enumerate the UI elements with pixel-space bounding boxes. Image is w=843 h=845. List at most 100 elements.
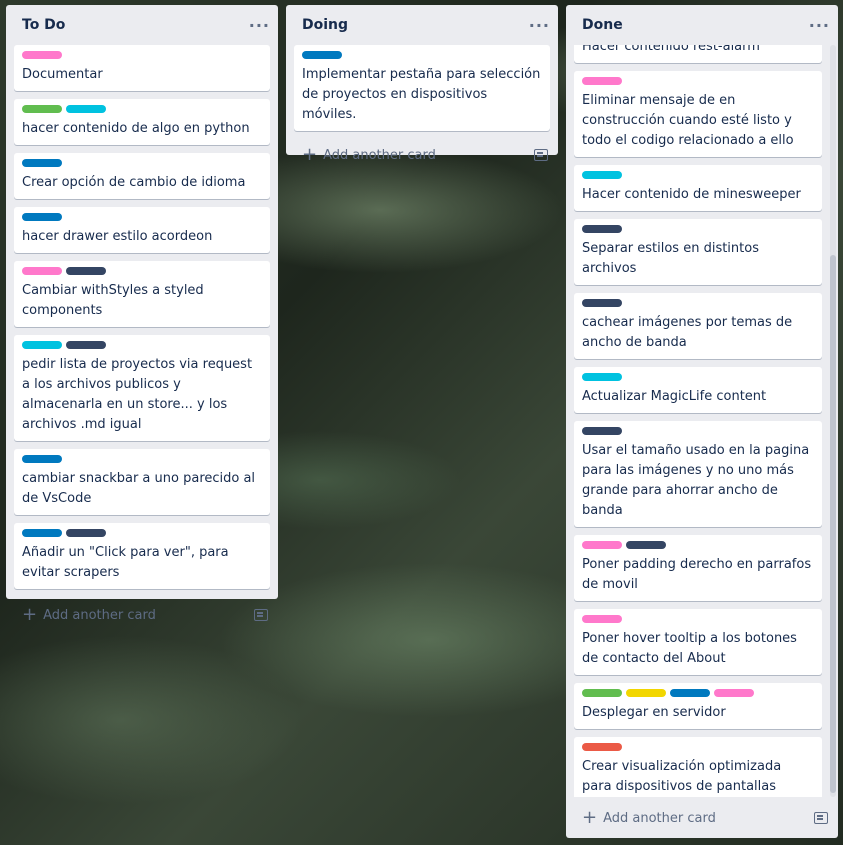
card-title: Poner padding derecho en parrafos de mov… (582, 557, 812, 592)
card-title: Actualizar MagicLife content (582, 389, 767, 404)
card-label-blue[interactable] (22, 455, 62, 463)
card-labels (22, 213, 262, 221)
card[interactable]: Eliminar mensaje de en construcción cuan… (574, 71, 822, 157)
card-list: Hacer contenido rest-alarm Eliminar mensa… (566, 45, 838, 797)
card-title: Hacer contenido de minesweeper (582, 187, 801, 202)
card-title: Poner hover tooltip a los botones de con… (582, 631, 797, 666)
card[interactable]: hacer contenido de algo en python (14, 99, 270, 145)
card[interactable]: hacer drawer estilo acordeon (14, 207, 270, 253)
card-label-yellow[interactable] (626, 689, 666, 697)
card-label-blue[interactable] (22, 529, 62, 537)
list-done: Done ··· Hacer contenido rest-alarm Elimi… (566, 5, 838, 838)
plus-icon: + (22, 604, 38, 625)
card-list-scroll[interactable]: Hacer contenido rest-alarm Eliminar mensa… (566, 45, 838, 797)
card[interactable]: Crear visualización optimizada para disp… (574, 737, 822, 797)
list-title[interactable]: To Do (22, 17, 65, 33)
add-card-button[interactable]: + Add another card (286, 137, 558, 173)
card-label-sky[interactable] (22, 341, 62, 349)
add-card-button[interactable]: + Add another card (566, 800, 838, 836)
card-title: Documentar (22, 67, 103, 82)
card-labels (582, 689, 814, 697)
card[interactable]: Usar el tamaño usado en la pagina para l… (574, 421, 822, 527)
card[interactable]: pedir lista de proyectos via request a l… (14, 335, 270, 441)
list-doing: Doing ··· Implementar pestaña para selec… (286, 5, 558, 164)
card-label-blue[interactable] (670, 689, 710, 697)
card-title: Hacer contenido rest-alarm (582, 45, 760, 54)
card-title: Eliminar mensaje de en construcción cuan… (582, 93, 794, 148)
card-title: Crear visualización optimizada para disp… (582, 759, 782, 794)
card-labels (22, 529, 262, 537)
card-label-pink[interactable] (714, 689, 754, 697)
card-label-sky[interactable] (582, 373, 622, 381)
card-label-black[interactable] (582, 427, 622, 435)
card-labels (302, 51, 542, 59)
list-menu-icon[interactable]: ··· (529, 16, 550, 35)
card-label-black[interactable] (66, 267, 106, 275)
card-title: Desplegar en servidor (582, 705, 726, 720)
card[interactable]: Implementar pestaña para selección de pr… (294, 45, 550, 131)
card-title: Separar estilos en distintos archivos (582, 241, 759, 276)
list-header: Doing ··· (286, 5, 558, 45)
card-title: hacer drawer estilo acordeon (22, 229, 213, 244)
card[interactable]: Añadir un "Click para ver", para evitar … (14, 523, 270, 589)
card[interactable]: Desplegar en servidor (574, 683, 822, 729)
card[interactable]: Cambiar withStyles a styled components (14, 261, 270, 327)
add-card-label: Add another card (43, 607, 156, 623)
card-label-pink[interactable] (582, 615, 622, 623)
card[interactable]: Poner hover tooltip a los botones de con… (574, 609, 822, 675)
card-label-sky[interactable] (66, 105, 106, 113)
card-label-green[interactable] (582, 689, 622, 697)
card[interactable]: cachear imágenes por temas de ancho de b… (574, 293, 822, 359)
card-labels (22, 51, 262, 59)
card-title: Usar el tamaño usado en la pagina para l… (582, 443, 810, 518)
card-label-green[interactable] (22, 105, 62, 113)
card[interactable]: Documentar (14, 45, 270, 91)
card[interactable]: Hacer contenido de minesweeper (574, 165, 822, 211)
card-labels (22, 455, 262, 463)
card-label-black[interactable] (582, 299, 622, 307)
card-template-icon[interactable] (814, 812, 828, 824)
card-label-pink[interactable] (582, 541, 622, 549)
card-template-icon[interactable] (254, 609, 268, 621)
card-label-pink[interactable] (582, 77, 622, 85)
add-card-button[interactable]: + Add another card (6, 597, 278, 633)
card-title: pedir lista de proyectos via request a l… (22, 357, 253, 432)
card[interactable]: Crear opción de cambio de idioma (14, 153, 270, 199)
card-label-red[interactable] (582, 743, 622, 751)
card-label-pink[interactable] (22, 51, 62, 59)
card-template-icon[interactable] (534, 149, 548, 161)
card-title: Añadir un "Click para ver", para evitar … (22, 545, 229, 580)
card-labels (582, 299, 814, 307)
list-header: To Do ··· (6, 5, 278, 45)
card-title: Implementar pestaña para selección de pr… (302, 67, 541, 122)
list-title[interactable]: Done (582, 17, 623, 33)
plus-icon: + (302, 144, 318, 165)
card-label-black[interactable] (582, 225, 622, 233)
scrollbar[interactable] (830, 45, 836, 797)
card-label-black[interactable] (626, 541, 666, 549)
card-label-pink[interactable] (22, 267, 62, 275)
scrollbar-thumb[interactable] (830, 255, 836, 793)
card-label-sky[interactable] (582, 171, 622, 179)
card-label-blue[interactable] (22, 213, 62, 221)
card-title: cambiar snackbar a uno parecido al de Vs… (22, 471, 256, 506)
card[interactable]: Poner padding derecho en parrafos de mov… (574, 535, 822, 601)
list-title[interactable]: Doing (302, 17, 348, 33)
card[interactable]: Hacer contenido rest-alarm (574, 45, 822, 63)
card-labels (582, 541, 814, 549)
card[interactable]: cambiar snackbar a uno parecido al de Vs… (14, 449, 270, 515)
card-label-black[interactable] (66, 529, 106, 537)
card-labels (22, 341, 262, 349)
card-label-blue[interactable] (22, 159, 62, 167)
card-labels (582, 77, 814, 85)
card[interactable]: Separar estilos en distintos archivos (574, 219, 822, 285)
card[interactable]: Actualizar MagicLife content (574, 367, 822, 413)
plus-icon: + (582, 807, 598, 828)
list-todo: To Do ··· Documentar hacer contenido de a… (6, 5, 278, 624)
card-label-black[interactable] (66, 341, 106, 349)
card-list: Implementar pestaña para selección de pr… (286, 45, 558, 131)
card-labels (22, 267, 262, 275)
list-menu-icon[interactable]: ··· (809, 16, 830, 35)
list-menu-icon[interactable]: ··· (249, 16, 270, 35)
card-label-blue[interactable] (302, 51, 342, 59)
